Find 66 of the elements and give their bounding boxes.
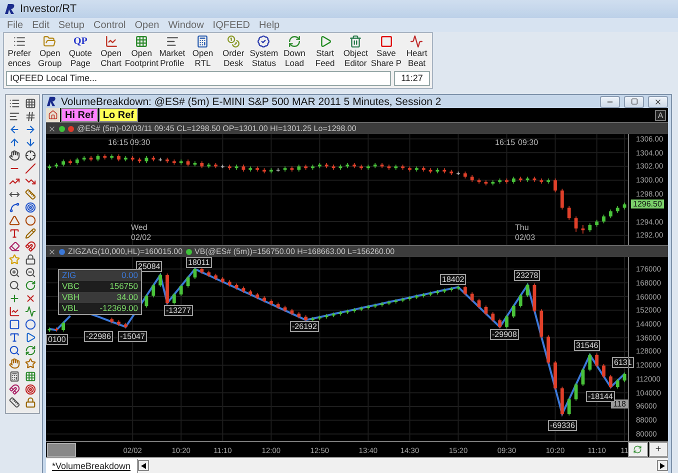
legend-value: 34.00: [116, 292, 138, 303]
zigzag-value-label: 31546: [574, 340, 600, 351]
date-label: 02/03: [515, 233, 536, 242]
window-title: VolumeBreakdown: @ES# (5m) E-MINI S&P 500 MAR 2011 5 Minutes, Session 2: [61, 96, 442, 108]
zoom-button[interactable]: +: [648, 442, 668, 457]
zigzag-value-label: -18144: [586, 391, 615, 402]
menu-item[interactable]: Window: [168, 20, 204, 30]
date-label: 02/02: [131, 233, 152, 242]
price-summary: @ES# (5m)-02/03/11 09:45 CL=1298.50 OP=1301.00 HI=1301.25 Lo=1298.00: [77, 124, 356, 133]
legend-name: VBH: [62, 292, 80, 303]
session-close-label: 16:15: [108, 138, 128, 147]
toolbar-button[interactable]: Object Editor: [340, 33, 371, 70]
toolbar-button[interactable]: Open Footprint: [126, 33, 157, 70]
toolbar-button[interactable]: Down Load: [279, 33, 310, 70]
app-title: Investor/RT: [20, 3, 77, 15]
chart-tab[interactable]: *VolumeBreakdown: [46, 458, 138, 472]
zigzag-value-label: -15047: [118, 331, 147, 342]
zigzag-value-label: 6131: [612, 357, 634, 368]
legend-value: 0.00: [121, 270, 138, 281]
reference-button[interactable]: Lo Ref: [98, 108, 138, 122]
toolbar-button[interactable]: Save Share P: [370, 33, 402, 70]
quote-page-icon: QP: [74, 35, 88, 48]
zigzag-value-label: 0100: [46, 334, 68, 345]
zigzag-value-label: 25084: [136, 261, 162, 272]
zigzag-value-label: -22986: [84, 331, 113, 342]
zigzag-value-label: -29908: [490, 329, 519, 340]
toolbar-button[interactable]: Start Feed: [310, 33, 340, 70]
toolbar-button[interactable]: Open Chart: [96, 33, 126, 70]
day-label: Thu: [515, 223, 529, 232]
current-value-tag: 118: [611, 400, 628, 408]
session-open-label: 09:30: [130, 138, 150, 147]
session-open-label: 09:30: [518, 138, 538, 147]
zigzag-value-label: -69336: [548, 420, 577, 431]
zigzag-value-label: -26192: [290, 321, 319, 332]
indicator-summary: ZIGZAG(10,000,HL)=160015.00: [68, 247, 183, 256]
menu-item[interactable]: Setup: [58, 20, 84, 30]
clock-field: 11:27: [394, 71, 430, 86]
legend-name: VBL: [62, 303, 78, 314]
menu-item[interactable]: Edit: [32, 20, 50, 30]
reference-button[interactable]: Hi Ref: [61, 108, 98, 122]
legend-name: VBC: [62, 281, 80, 292]
current-price-tag: 1296.50: [631, 200, 664, 209]
menu-item[interactable]: Control: [94, 20, 126, 30]
scale-button[interactable]: A: [655, 110, 666, 120]
menu-item[interactable]: IQFEED: [212, 20, 250, 30]
menu-item[interactable]: File: [7, 20, 24, 30]
menu-item[interactable]: Help: [259, 20, 280, 30]
toolbar-button[interactable]: Order Desk: [218, 33, 249, 70]
legend-name: ZIG: [62, 270, 76, 281]
zigzag-value-label: 23278: [514, 270, 540, 281]
legend-value: -12369.00: [100, 303, 138, 314]
day-label: Wed: [131, 223, 148, 232]
indicator-summary: VB(@ES# (5m))=156750.00 H=168663.00 L=156260.00: [194, 247, 395, 256]
legend-value: 156750: [110, 281, 138, 292]
toolbar-button[interactable]: QP Quote Page: [65, 33, 96, 70]
zigzag-value-label: 18402: [440, 274, 466, 285]
toolbar-button[interactable]: Prefer ences: [4, 33, 35, 70]
status-field: IQFEED Local Time...: [6, 71, 391, 86]
session-close-label: 16:15: [495, 138, 516, 147]
toolbar-button[interactable]: Heart Beat: [402, 33, 432, 70]
zigzag-value-label: -13277: [164, 305, 193, 316]
menu-item[interactable]: Open: [134, 20, 160, 30]
toolbar-button[interactable]: Open Group: [34, 33, 66, 70]
toolbar-button[interactable]: System Status: [248, 33, 280, 70]
zigzag-value-label: 18011: [186, 257, 212, 268]
toolbar-button[interactable]: Open RTL: [187, 33, 218, 70]
